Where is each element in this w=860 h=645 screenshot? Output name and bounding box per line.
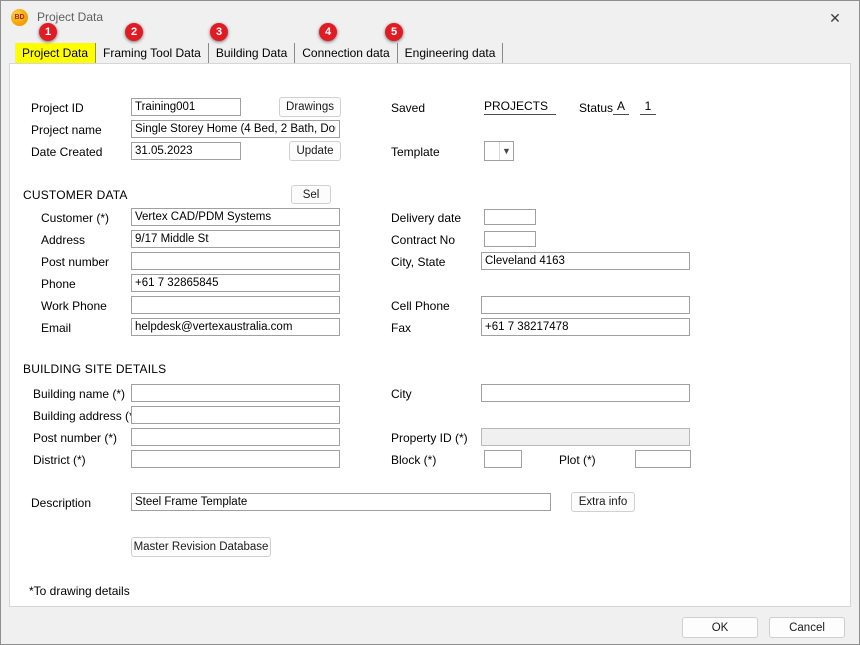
- customer-label: Customer (*): [41, 211, 109, 225]
- saved-label: Saved: [391, 101, 425, 115]
- master-revision-database-button[interactable]: Master Revision Database: [131, 537, 271, 557]
- work-phone-input[interactable]: [131, 296, 340, 314]
- annotation-badge-3: 3: [210, 23, 228, 41]
- project-name-input[interactable]: [131, 120, 340, 138]
- date-created-input[interactable]: [131, 142, 241, 160]
- building-city-label: City: [391, 387, 412, 401]
- saved-value: PROJECTS: [484, 99, 556, 115]
- contract-no-label: Contract No: [391, 233, 455, 247]
- district-label: District (*): [33, 453, 86, 467]
- template-dropdown-value: [485, 142, 499, 160]
- address-label: Address: [41, 233, 85, 247]
- address-input[interactable]: [131, 230, 340, 248]
- building-post-number-label: Post number (*): [33, 431, 117, 445]
- building-address-input[interactable]: [131, 406, 340, 424]
- tab-framing-tool-data[interactable]: Framing Tool Data: [96, 43, 209, 63]
- annotation-badge-1: 1: [39, 23, 57, 41]
- description-label: Description: [31, 496, 91, 510]
- post-number-label: Post number: [41, 255, 109, 269]
- project-id-input[interactable]: [131, 98, 241, 116]
- building-city-input[interactable]: [481, 384, 690, 402]
- annotation-badge-2: 2: [125, 23, 143, 41]
- status-value-1: 1: [640, 99, 656, 115]
- contract-no-input[interactable]: [484, 231, 536, 247]
- drawings-button[interactable]: Drawings: [279, 97, 341, 117]
- property-id-label: Property ID (*): [391, 431, 468, 445]
- tab-connection-data[interactable]: Connection data: [295, 43, 397, 63]
- post-number-input[interactable]: [131, 252, 340, 270]
- template-label: Template: [391, 145, 440, 159]
- tab-engineering-data[interactable]: Engineering data: [398, 43, 504, 63]
- building-name-input[interactable]: [131, 384, 340, 402]
- tab-building-data[interactable]: Building Data: [209, 43, 295, 63]
- delivery-date-label: Delivery date: [391, 211, 461, 225]
- project-id-label: Project ID: [31, 101, 84, 115]
- building-site-section-title: BUILDING SITE DETAILS: [23, 362, 166, 376]
- project-name-label: Project name: [31, 123, 102, 137]
- building-name-label: Building name (*): [33, 387, 125, 401]
- tab-project-data[interactable]: Project Data: [15, 43, 96, 63]
- annotation-badge-4: 4: [319, 23, 337, 41]
- customer-input[interactable]: [131, 208, 340, 226]
- annotation-badge-5: 5: [385, 23, 403, 41]
- property-id-input: [481, 428, 690, 446]
- block-label: Block (*): [391, 453, 436, 467]
- city-state-input[interactable]: [481, 252, 690, 270]
- close-icon[interactable]: ✕: [825, 8, 845, 28]
- status-value-a: A: [613, 99, 629, 115]
- fax-input[interactable]: [481, 318, 690, 336]
- window-title: Project Data: [37, 10, 103, 24]
- plot-input[interactable]: [635, 450, 691, 468]
- cell-phone-label: Cell Phone: [391, 299, 450, 313]
- email-input[interactable]: [131, 318, 340, 336]
- block-input[interactable]: [484, 450, 522, 468]
- building-address-label: Building address (*): [33, 409, 138, 423]
- plot-label: Plot (*): [559, 453, 596, 467]
- city-state-label: City, State: [391, 255, 445, 269]
- ok-button[interactable]: OK: [682, 617, 758, 638]
- status-label: Status: [579, 101, 613, 115]
- phone-input[interactable]: [131, 274, 340, 292]
- update-button[interactable]: Update: [289, 141, 341, 161]
- fax-label: Fax: [391, 321, 411, 335]
- work-phone-label: Work Phone: [41, 299, 107, 313]
- date-created-label: Date Created: [31, 145, 102, 159]
- tab-bar: Project Data Framing Tool Data Building …: [15, 43, 503, 63]
- extra-info-button[interactable]: Extra info: [571, 492, 635, 512]
- drawing-details-footnote: *To drawing details: [29, 584, 130, 598]
- template-dropdown[interactable]: ▼: [484, 141, 514, 161]
- district-input[interactable]: [131, 450, 340, 468]
- app-logo-icon: BD: [11, 9, 28, 26]
- email-label: Email: [41, 321, 71, 335]
- description-input[interactable]: [131, 493, 551, 511]
- cancel-button[interactable]: Cancel: [769, 617, 845, 638]
- cell-phone-input[interactable]: [481, 296, 690, 314]
- project-data-dialog: BD Project Data ✕ Project Data Framing T…: [0, 0, 860, 645]
- sel-button[interactable]: Sel: [291, 185, 331, 204]
- building-post-number-input[interactable]: [131, 428, 340, 446]
- chevron-down-icon: ▼: [499, 142, 513, 160]
- delivery-date-input[interactable]: [484, 209, 536, 225]
- customer-data-section-title: CUSTOMER DATA: [23, 188, 128, 202]
- phone-label: Phone: [41, 277, 76, 291]
